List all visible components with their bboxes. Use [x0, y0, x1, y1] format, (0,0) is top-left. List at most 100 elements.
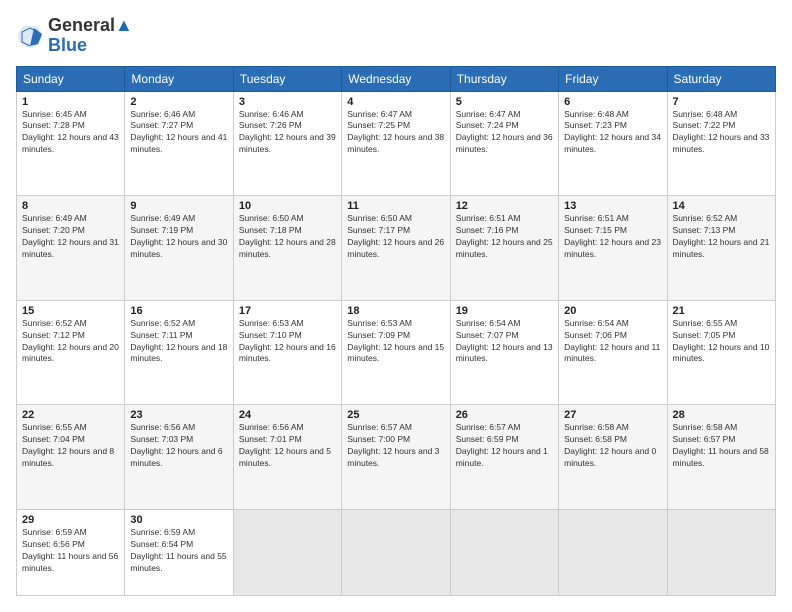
calendar-cell	[667, 509, 775, 595]
day-info: Sunrise: 6:55 AMSunset: 7:05 PMDaylight:…	[673, 318, 770, 366]
calendar-cell: 1Sunrise: 6:45 AMSunset: 7:28 PMDaylight…	[17, 91, 125, 196]
day-info: Sunrise: 6:47 AMSunset: 7:24 PMDaylight:…	[456, 109, 553, 157]
day-number: 1	[22, 96, 119, 108]
day-info: Sunrise: 6:47 AMSunset: 7:25 PMDaylight:…	[347, 109, 444, 157]
day-number: 26	[456, 409, 553, 421]
day-info: Sunrise: 6:45 AMSunset: 7:28 PMDaylight:…	[22, 109, 119, 157]
header-friday: Friday	[559, 66, 667, 91]
logo-icon	[16, 22, 44, 50]
day-info: Sunrise: 6:57 AMSunset: 6:59 PMDaylight:…	[456, 422, 553, 470]
calendar-cell	[559, 509, 667, 595]
calendar-cell	[233, 509, 341, 595]
day-number: 6	[564, 96, 661, 108]
calendar-cell: 28Sunrise: 6:58 AMSunset: 6:57 PMDayligh…	[667, 405, 775, 510]
day-number: 22	[22, 409, 119, 421]
day-info: Sunrise: 6:56 AMSunset: 7:01 PMDaylight:…	[239, 422, 336, 470]
day-info: Sunrise: 6:49 AMSunset: 7:20 PMDaylight:…	[22, 213, 119, 261]
calendar-cell: 20Sunrise: 6:54 AMSunset: 7:06 PMDayligh…	[559, 300, 667, 405]
calendar-cell: 21Sunrise: 6:55 AMSunset: 7:05 PMDayligh…	[667, 300, 775, 405]
calendar-cell: 5Sunrise: 6:47 AMSunset: 7:24 PMDaylight…	[450, 91, 558, 196]
day-info: Sunrise: 6:56 AMSunset: 7:03 PMDaylight:…	[130, 422, 227, 470]
weekday-header-row: Sunday Monday Tuesday Wednesday Thursday…	[17, 66, 776, 91]
calendar-cell: 17Sunrise: 6:53 AMSunset: 7:10 PMDayligh…	[233, 300, 341, 405]
day-info: Sunrise: 6:57 AMSunset: 7:00 PMDaylight:…	[347, 422, 444, 470]
calendar-cell: 8Sunrise: 6:49 AMSunset: 7:20 PMDaylight…	[17, 196, 125, 301]
day-number: 4	[347, 96, 444, 108]
calendar-cell: 22Sunrise: 6:55 AMSunset: 7:04 PMDayligh…	[17, 405, 125, 510]
calendar-cell: 23Sunrise: 6:56 AMSunset: 7:03 PMDayligh…	[125, 405, 233, 510]
calendar-cell: 11Sunrise: 6:50 AMSunset: 7:17 PMDayligh…	[342, 196, 450, 301]
calendar-cell: 16Sunrise: 6:52 AMSunset: 7:11 PMDayligh…	[125, 300, 233, 405]
calendar-cell: 9Sunrise: 6:49 AMSunset: 7:19 PMDaylight…	[125, 196, 233, 301]
day-number: 10	[239, 200, 336, 212]
day-number: 13	[564, 200, 661, 212]
day-info: Sunrise: 6:50 AMSunset: 7:17 PMDaylight:…	[347, 213, 444, 261]
day-info: Sunrise: 6:49 AMSunset: 7:19 PMDaylight:…	[130, 213, 227, 261]
day-number: 19	[456, 305, 553, 317]
header-wednesday: Wednesday	[342, 66, 450, 91]
calendar-cell: 12Sunrise: 6:51 AMSunset: 7:16 PMDayligh…	[450, 196, 558, 301]
calendar-cell: 4Sunrise: 6:47 AMSunset: 7:25 PMDaylight…	[342, 91, 450, 196]
calendar-cell: 10Sunrise: 6:50 AMSunset: 7:18 PMDayligh…	[233, 196, 341, 301]
calendar-cell	[342, 509, 450, 595]
day-info: Sunrise: 6:51 AMSunset: 7:16 PMDaylight:…	[456, 213, 553, 261]
day-number: 12	[456, 200, 553, 212]
day-number: 20	[564, 305, 661, 317]
day-number: 3	[239, 96, 336, 108]
day-info: Sunrise: 6:53 AMSunset: 7:09 PMDaylight:…	[347, 318, 444, 366]
day-number: 11	[347, 200, 444, 212]
day-info: Sunrise: 6:50 AMSunset: 7:18 PMDaylight:…	[239, 213, 336, 261]
day-info: Sunrise: 6:52 AMSunset: 7:11 PMDaylight:…	[130, 318, 227, 366]
day-info: Sunrise: 6:46 AMSunset: 7:26 PMDaylight:…	[239, 109, 336, 157]
header-monday: Monday	[125, 66, 233, 91]
calendar-cell: 24Sunrise: 6:56 AMSunset: 7:01 PMDayligh…	[233, 405, 341, 510]
calendar-cell: 27Sunrise: 6:58 AMSunset: 6:58 PMDayligh…	[559, 405, 667, 510]
calendar-cell: 13Sunrise: 6:51 AMSunset: 7:15 PMDayligh…	[559, 196, 667, 301]
day-number: 18	[347, 305, 444, 317]
logo: General▲ Blue	[16, 16, 133, 56]
day-info: Sunrise: 6:54 AMSunset: 7:06 PMDaylight:…	[564, 318, 661, 366]
header-saturday: Saturday	[667, 66, 775, 91]
calendar-cell: 26Sunrise: 6:57 AMSunset: 6:59 PMDayligh…	[450, 405, 558, 510]
calendar-cell	[450, 509, 558, 595]
day-number: 7	[673, 96, 770, 108]
day-number: 2	[130, 96, 227, 108]
day-number: 23	[130, 409, 227, 421]
day-number: 29	[22, 514, 119, 526]
calendar-cell: 2Sunrise: 6:46 AMSunset: 7:27 PMDaylight…	[125, 91, 233, 196]
day-info: Sunrise: 6:58 AMSunset: 6:58 PMDaylight:…	[564, 422, 661, 470]
calendar-cell: 18Sunrise: 6:53 AMSunset: 7:09 PMDayligh…	[342, 300, 450, 405]
day-number: 27	[564, 409, 661, 421]
calendar-cell: 7Sunrise: 6:48 AMSunset: 7:22 PMDaylight…	[667, 91, 775, 196]
day-number: 25	[347, 409, 444, 421]
day-number: 8	[22, 200, 119, 212]
day-info: Sunrise: 6:59 AMSunset: 6:56 PMDaylight:…	[22, 527, 119, 575]
day-info: Sunrise: 6:52 AMSunset: 7:12 PMDaylight:…	[22, 318, 119, 366]
day-number: 14	[673, 200, 770, 212]
calendar-cell: 15Sunrise: 6:52 AMSunset: 7:12 PMDayligh…	[17, 300, 125, 405]
day-number: 24	[239, 409, 336, 421]
calendar-table: Sunday Monday Tuesday Wednesday Thursday…	[16, 66, 776, 596]
calendar-cell: 19Sunrise: 6:54 AMSunset: 7:07 PMDayligh…	[450, 300, 558, 405]
calendar-cell: 25Sunrise: 6:57 AMSunset: 7:00 PMDayligh…	[342, 405, 450, 510]
calendar-cell: 6Sunrise: 6:48 AMSunset: 7:23 PMDaylight…	[559, 91, 667, 196]
day-info: Sunrise: 6:52 AMSunset: 7:13 PMDaylight:…	[673, 213, 770, 261]
header-thursday: Thursday	[450, 66, 558, 91]
logo-text: General▲ Blue	[48, 16, 133, 56]
day-number: 28	[673, 409, 770, 421]
day-number: 5	[456, 96, 553, 108]
day-info: Sunrise: 6:48 AMSunset: 7:23 PMDaylight:…	[564, 109, 661, 157]
day-number: 15	[22, 305, 119, 317]
day-info: Sunrise: 6:55 AMSunset: 7:04 PMDaylight:…	[22, 422, 119, 470]
day-info: Sunrise: 6:54 AMSunset: 7:07 PMDaylight:…	[456, 318, 553, 366]
calendar-cell: 30Sunrise: 6:59 AMSunset: 6:54 PMDayligh…	[125, 509, 233, 595]
day-number: 9	[130, 200, 227, 212]
day-number: 30	[130, 514, 227, 526]
day-info: Sunrise: 6:51 AMSunset: 7:15 PMDaylight:…	[564, 213, 661, 261]
calendar-cell: 29Sunrise: 6:59 AMSunset: 6:56 PMDayligh…	[17, 509, 125, 595]
day-info: Sunrise: 6:59 AMSunset: 6:54 PMDaylight:…	[130, 527, 227, 575]
header-tuesday: Tuesday	[233, 66, 341, 91]
day-number: 21	[673, 305, 770, 317]
day-info: Sunrise: 6:53 AMSunset: 7:10 PMDaylight:…	[239, 318, 336, 366]
day-info: Sunrise: 6:46 AMSunset: 7:27 PMDaylight:…	[130, 109, 227, 157]
